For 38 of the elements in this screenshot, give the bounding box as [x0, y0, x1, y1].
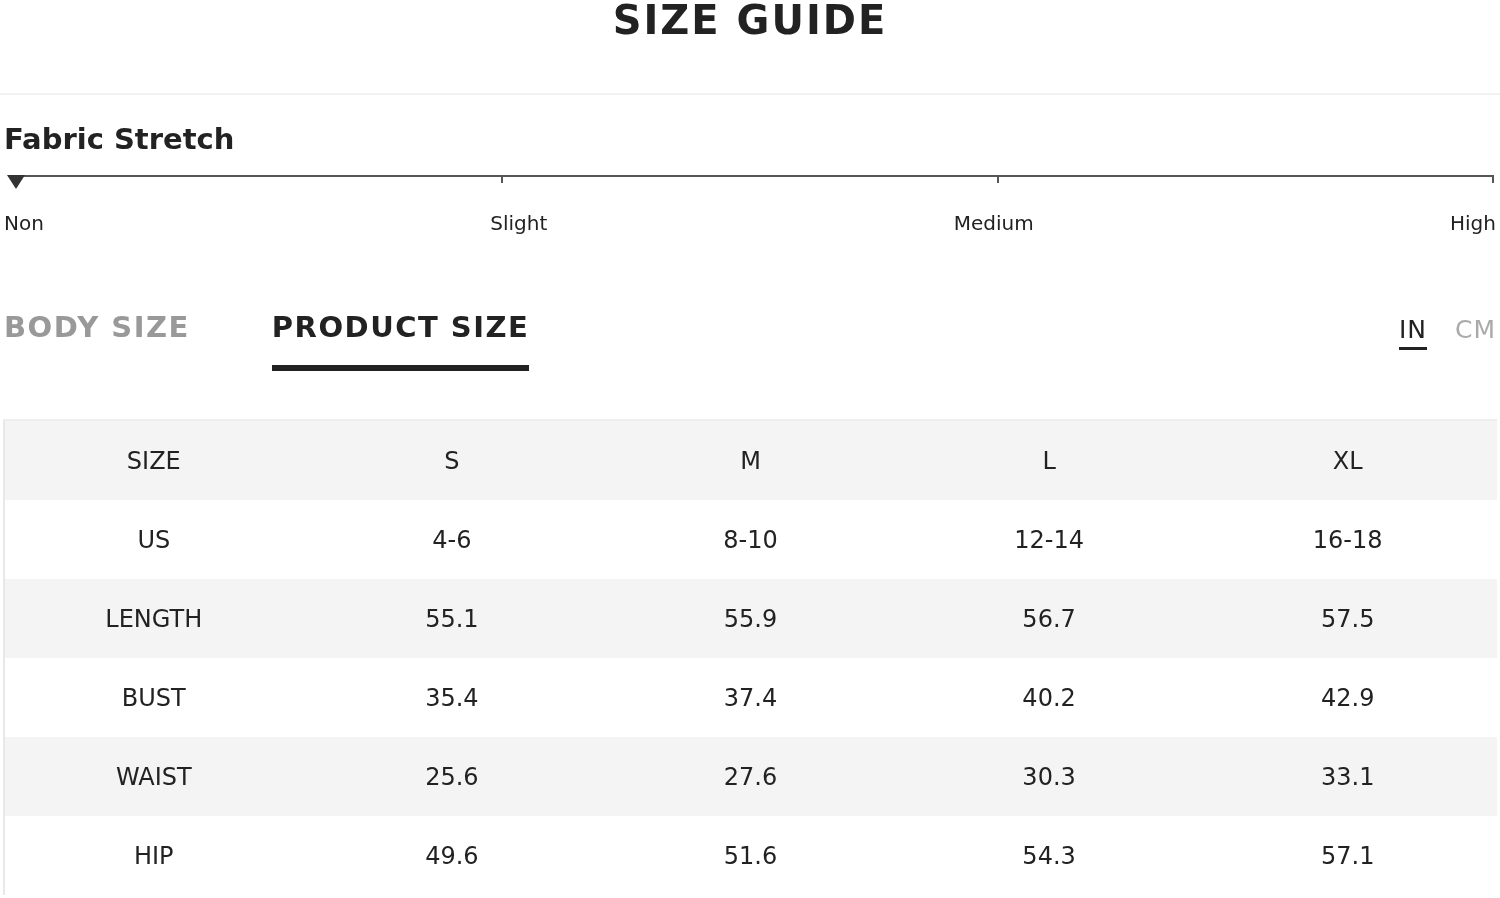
table-cell: 4-6 [302, 500, 602, 579]
table-cell: 27.6 [601, 737, 900, 816]
column-header: XL [1198, 420, 1497, 500]
table-cell: 55.1 [302, 579, 602, 658]
table-cell: HIP [4, 816, 303, 895]
scale-label: High [1450, 211, 1496, 235]
column-header: L [899, 420, 1199, 500]
unit-toggle[interactable]: IN [1398, 315, 1427, 350]
table-cell: 30.3 [899, 737, 1199, 816]
column-header: SIZE [4, 420, 303, 500]
table-cell: LENGTH [4, 579, 303, 658]
table-cell: 57.1 [1198, 816, 1497, 895]
table-cell: 49.6 [302, 816, 602, 895]
table-cell: WAIST [4, 737, 303, 816]
table-cell: BUST [4, 658, 303, 737]
table-cell: 25.6 [302, 737, 602, 816]
table-cell: 33.1 [1198, 737, 1497, 816]
column-header: S [302, 420, 602, 500]
table-cell: 8-10 [601, 500, 900, 579]
table-cell: 57.5 [1198, 579, 1497, 658]
section-heading: Fabric Stretch [4, 121, 235, 158]
table-cell: 12-14 [899, 500, 1199, 579]
tab[interactable]: PRODUCT SIZE [271, 307, 530, 371]
table-cell: 55.9 [601, 579, 900, 658]
column-header: M [601, 420, 900, 500]
scale-label: Medium [953, 211, 1034, 235]
scale-label: Slight [490, 211, 548, 235]
table-cell: 51.6 [601, 816, 900, 895]
scale-label: Non [4, 211, 44, 235]
table-cell: 37.4 [601, 658, 900, 737]
table-cell: 54.3 [899, 816, 1199, 895]
table-cell: 16-18 [1198, 500, 1497, 579]
page-title: SIZE GUIDE [612, 0, 888, 40]
table-cell: 40.2 [899, 658, 1199, 737]
table-cell: 35.4 [302, 658, 602, 737]
table-cell: 56.7 [899, 579, 1199, 658]
table-cell: US [4, 500, 303, 579]
table-cell: 42.9 [1198, 658, 1497, 737]
